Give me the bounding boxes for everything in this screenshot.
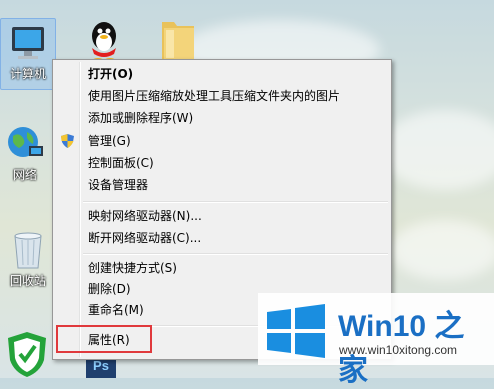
computer-icon: [12, 27, 44, 59]
menu-item-label: 添加或删除程序(W): [88, 111, 194, 125]
watermark: Win10 之家 www.win10xitong.com: [258, 293, 494, 387]
menu-separator: [83, 253, 388, 255]
qq-penguin-icon[interactable]: [84, 18, 124, 64]
desktop-icon-network[interactable]: 网络: [0, 124, 50, 192]
desktop-icon-recycle-bin[interactable]: 回收站: [0, 228, 56, 298]
menu-item-add-remove-programs[interactable]: 添加或删除程序(W): [56, 108, 388, 128]
menu-item-label: 使用图片压缩缩放处理工具压缩文件夹内的图片: [88, 89, 341, 103]
menu-item-create-shortcut[interactable]: 创建快捷方式(S): [56, 258, 388, 278]
watermark-url: www.win10xitong.com: [339, 343, 458, 357]
menu-item-label: 创建快捷方式(S): [88, 261, 177, 275]
menu-item-label: 设备管理器: [88, 178, 149, 192]
menu-item-label: 映射网络驱动器(N)...: [88, 209, 202, 223]
security-shield-app-icon[interactable]: [6, 330, 48, 378]
menu-item-label: 打开(O): [88, 67, 134, 81]
windows-logo-icon: [267, 304, 325, 358]
menu-item-device-manager[interactable]: 设备管理器: [56, 175, 388, 195]
menu-item-label: 删除(D): [88, 282, 131, 296]
desktop-icon-computer[interactable]: 计算机: [0, 18, 56, 90]
menu-item-label: 管理(G): [88, 134, 131, 148]
globe-network-icon: [8, 127, 43, 157]
desktop-icon-label: 计算机: [9, 67, 46, 81]
menu-item-disconnect-network-drive[interactable]: 断开网络驱动器(C)...: [56, 228, 388, 248]
menu-item-label: 控制面板(C): [88, 156, 154, 170]
menu-item-label: 断开网络驱动器(C)...: [88, 231, 202, 245]
folder-icon[interactable]: [160, 16, 196, 62]
recycle-bin-icon: [14, 232, 42, 269]
desktop-icon-label: 回收站: [9, 274, 46, 288]
menu-item-compress-images[interactable]: 使用图片压缩缩放处理工具压缩文件夹内的图片: [56, 86, 388, 106]
menu-item-label: 重命名(M): [88, 303, 144, 317]
background-cloud: [380, 110, 494, 190]
menu-separator: [83, 201, 388, 203]
highlight-box: [56, 325, 152, 353]
uac-shield-icon: [61, 134, 74, 148]
menu-item-map-network-drive[interactable]: 映射网络驱动器(N)...: [56, 206, 388, 226]
menu-item-manage[interactable]: 管理(G): [56, 131, 388, 151]
photoshop-icon-label: Ps: [93, 358, 109, 373]
background-cloud: [390, 220, 494, 280]
menu-item-open[interactable]: 打开(O): [56, 64, 388, 84]
desktop-icon-label: 网络: [12, 168, 37, 182]
menu-item-control-panel[interactable]: 控制面板(C): [56, 153, 388, 173]
